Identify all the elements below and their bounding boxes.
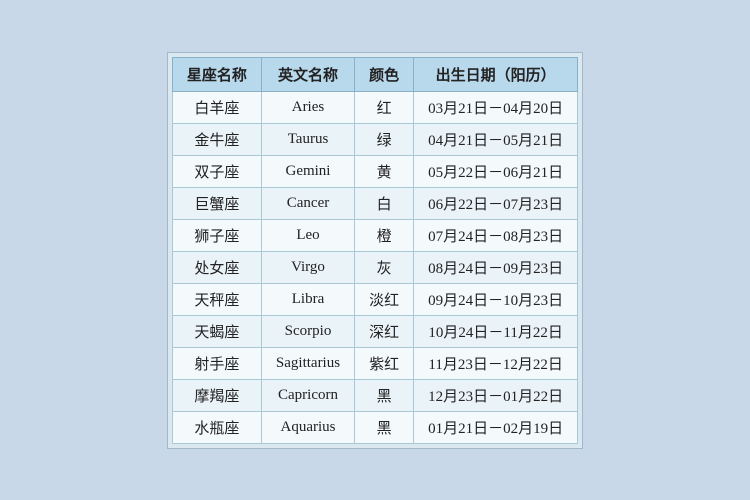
table-row: 水瓶座Aquarius黑01月21日－02月19日 [172, 411, 577, 443]
cell-color: 深红 [355, 315, 414, 347]
table-row: 白羊座Aries红03月21日－04月20日 [172, 91, 577, 123]
table-row: 狮子座Leo橙07月24日－08月23日 [172, 219, 577, 251]
cell-chinese: 白羊座 [172, 91, 261, 123]
cell-dates: 05月22日－06月21日 [414, 155, 578, 187]
cell-english: Aquarius [261, 411, 354, 443]
cell-dates: 09月24日－10月23日 [414, 283, 578, 315]
col-header-color: 颜色 [355, 57, 414, 91]
cell-english: Scorpio [261, 315, 354, 347]
table-body: 白羊座Aries红03月21日－04月20日金牛座Taurus绿04月21日－0… [172, 91, 577, 443]
cell-dates: 04月21日－05月21日 [414, 123, 578, 155]
table-row: 金牛座Taurus绿04月21日－05月21日 [172, 123, 577, 155]
cell-english: Sagittarius [261, 347, 354, 379]
cell-chinese: 天秤座 [172, 283, 261, 315]
col-header-chinese: 星座名称 [172, 57, 261, 91]
col-header-english: 英文名称 [261, 57, 354, 91]
table-row: 天蝎座Scorpio深红10月24日－11月22日 [172, 315, 577, 347]
cell-color: 白 [355, 187, 414, 219]
cell-color: 灰 [355, 251, 414, 283]
cell-chinese: 天蝎座 [172, 315, 261, 347]
cell-english: Libra [261, 283, 354, 315]
table-row: 摩羯座Capricorn黑12月23日－01月22日 [172, 379, 577, 411]
cell-dates: 07月24日－08月23日 [414, 219, 578, 251]
cell-chinese: 金牛座 [172, 123, 261, 155]
cell-color: 紫红 [355, 347, 414, 379]
cell-dates: 06月22日－07月23日 [414, 187, 578, 219]
cell-color: 绿 [355, 123, 414, 155]
cell-color: 红 [355, 91, 414, 123]
cell-chinese: 射手座 [172, 347, 261, 379]
cell-chinese: 巨蟹座 [172, 187, 261, 219]
table-row: 天秤座Libra淡红09月24日－10月23日 [172, 283, 577, 315]
table-row: 双子座Gemini黄05月22日－06月21日 [172, 155, 577, 187]
cell-dates: 11月23日－12月22日 [414, 347, 578, 379]
cell-english: Taurus [261, 123, 354, 155]
cell-dates: 03月21日－04月20日 [414, 91, 578, 123]
cell-color: 淡红 [355, 283, 414, 315]
cell-chinese: 狮子座 [172, 219, 261, 251]
table-row: 射手座Sagittarius紫红11月23日－12月22日 [172, 347, 577, 379]
cell-english: Gemini [261, 155, 354, 187]
cell-chinese: 双子座 [172, 155, 261, 187]
cell-dates: 12月23日－01月22日 [414, 379, 578, 411]
cell-color: 黄 [355, 155, 414, 187]
table-row: 处女座Virgo灰08月24日－09月23日 [172, 251, 577, 283]
zodiac-table-container: 星座名称 英文名称 颜色 出生日期（阳历） 白羊座Aries红03月21日－04… [167, 52, 583, 449]
cell-chinese: 摩羯座 [172, 379, 261, 411]
zodiac-table: 星座名称 英文名称 颜色 出生日期（阳历） 白羊座Aries红03月21日－04… [172, 57, 578, 444]
cell-color: 黑 [355, 379, 414, 411]
table-row: 巨蟹座Cancer白06月22日－07月23日 [172, 187, 577, 219]
cell-english: Virgo [261, 251, 354, 283]
table-header-row: 星座名称 英文名称 颜色 出生日期（阳历） [172, 57, 577, 91]
cell-english: Aries [261, 91, 354, 123]
cell-chinese: 处女座 [172, 251, 261, 283]
col-header-dates: 出生日期（阳历） [414, 57, 578, 91]
cell-dates: 08月24日－09月23日 [414, 251, 578, 283]
cell-english: Cancer [261, 187, 354, 219]
cell-dates: 01月21日－02月19日 [414, 411, 578, 443]
cell-dates: 10月24日－11月22日 [414, 315, 578, 347]
cell-english: Leo [261, 219, 354, 251]
cell-color: 橙 [355, 219, 414, 251]
cell-english: Capricorn [261, 379, 354, 411]
cell-chinese: 水瓶座 [172, 411, 261, 443]
cell-color: 黑 [355, 411, 414, 443]
